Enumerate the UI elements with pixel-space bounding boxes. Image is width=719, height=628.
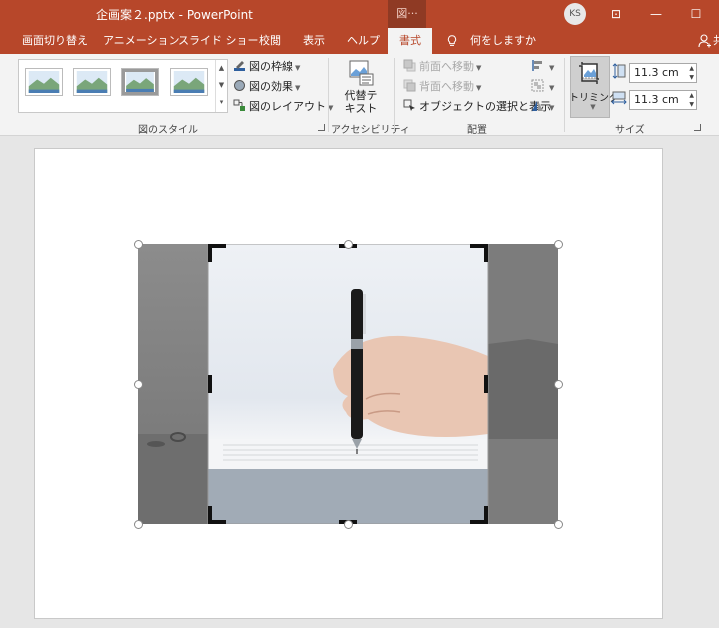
tab-view[interactable]: 表示 <box>303 28 325 54</box>
resize-handle-bottom[interactable] <box>344 520 353 529</box>
resize-handle-top-right[interactable] <box>554 240 563 249</box>
rotate-button[interactable]: ▼ <box>531 98 554 116</box>
resize-handle-left[interactable] <box>134 380 143 389</box>
crop-icon <box>579 62 599 84</box>
tab-slideshow[interactable]: スライド ショー <box>178 28 259 54</box>
title-bar: 企画案２.pptx - PowerPoint 図··· KS ⊡ — ☐ <box>0 0 719 28</box>
group-label-picture-styles: 図のスタイル <box>138 125 198 136</box>
picture-layout-button[interactable]: 図のレイアウト ▼ <box>233 98 333 116</box>
gallery-down-icon[interactable]: ▼ <box>216 77 227 94</box>
alt-text-button[interactable]: 代替テ キスト <box>338 60 384 115</box>
pencil-border-icon <box>234 61 245 71</box>
effects-icon <box>234 80 245 91</box>
picture-border-button[interactable]: 図の枠線 ▼ <box>233 58 300 76</box>
bring-forward-icon <box>403 59 416 72</box>
tab-format[interactable]: 書式 <box>388 28 432 54</box>
minimize-button[interactable]: — <box>646 4 666 24</box>
cropped-picture[interactable] <box>134 240 563 529</box>
picture-effects-button[interactable]: 図の効果 ▼ <box>233 78 300 96</box>
resize-handle-right[interactable] <box>554 380 563 389</box>
height-input[interactable]: 11.3 cm ▲ ▼ <box>629 63 697 83</box>
crop-dropdown-icon[interactable]: ▼ <box>573 103 613 111</box>
alt-text-icon <box>349 60 374 86</box>
alt-text-label-2: キスト <box>344 102 378 115</box>
slide-workspace <box>0 137 719 628</box>
align-icon <box>532 60 542 71</box>
align-button[interactable]: ▼ <box>531 58 554 76</box>
ribbon-separator <box>394 58 395 132</box>
bring-forward-button[interactable]: 前面へ移動 ▼ <box>403 58 481 76</box>
style-thumb-4[interactable] <box>171 69 207 95</box>
group-label-accessibility: アクセシビリティ <box>331 125 410 136</box>
style-thumb-1[interactable] <box>26 69 62 95</box>
height-spin-icon[interactable]: ▲ ▼ <box>689 64 694 82</box>
send-backward-button[interactable]: 背面へ移動 ▼ <box>403 78 481 96</box>
resize-handle-bottom-right[interactable] <box>554 520 563 529</box>
group-icon <box>531 79 544 92</box>
ribbon-tabs: 画面切り替え アニメーション スライド ショー 校閲 表示 ヘルプ 書式 何をし… <box>0 28 719 54</box>
maximize-button[interactable]: ☐ <box>686 4 706 24</box>
style-thumb-2[interactable] <box>74 69 110 95</box>
picture-tools-context-tab[interactable]: 図··· <box>388 0 426 28</box>
selection-pane-button[interactable]: オブジェクトの選択と表示 <box>403 98 551 116</box>
crop-label: トリミング <box>569 93 619 104</box>
group-label-size: サイズ <box>615 125 645 136</box>
width-icon <box>611 91 627 105</box>
picture-styles-gallery: ▲ ▼ ▾ <box>18 59 228 113</box>
width-input[interactable]: 11.3 cm ▲ ▼ <box>629 90 697 110</box>
user-avatar[interactable]: KS <box>564 3 586 25</box>
height-icon <box>612 63 626 79</box>
group-label-arrange: 配置 <box>467 125 487 136</box>
layout-icon <box>233 99 245 111</box>
gallery-up-icon[interactable]: ▲ <box>216 60 227 77</box>
resize-handle-top[interactable] <box>344 240 353 249</box>
styles-dialog-launcher-icon[interactable] <box>318 124 325 131</box>
send-backward-icon <box>403 79 416 92</box>
tab-animations[interactable]: アニメーション <box>103 28 180 54</box>
ribbon-display-options-icon[interactable]: ⊡ <box>606 4 626 24</box>
selection-pane-icon <box>403 99 415 111</box>
rotate-icon <box>532 101 543 111</box>
resize-handle-top-left[interactable] <box>134 240 143 249</box>
lightbulb-icon <box>447 35 457 46</box>
size-dialog-launcher-icon[interactable] <box>694 124 701 131</box>
picture-content[interactable] <box>138 244 558 524</box>
window-title: 企画案２.pptx - PowerPoint <box>96 8 253 22</box>
style-thumb-3[interactable] <box>122 69 158 95</box>
share-label[interactable]: 共 <box>713 28 719 54</box>
ribbon-separator <box>328 58 329 132</box>
gallery-scrollbar[interactable]: ▲ ▼ ▾ <box>215 60 227 112</box>
resize-handle-bottom-left[interactable] <box>134 520 143 529</box>
alt-text-label-1: 代替テ <box>344 89 378 102</box>
crop-button[interactable]: トリミング ▼ <box>569 56 619 118</box>
ribbon-separator <box>564 58 565 132</box>
tell-me-search[interactable]: 何をしますか <box>470 28 536 54</box>
share-person-icon[interactable] <box>698 34 712 48</box>
tab-review[interactable]: 校閲 <box>259 28 281 54</box>
tab-transitions[interactable]: 画面切り替え <box>22 28 88 54</box>
group-objects-button[interactable]: ▼ <box>531 78 554 96</box>
ribbon: ▲ ▼ ▾ 図の枠線 ▼ 図の効果 ▼ 図のレイアウト ▼ 図のスタイル 代替テ キス… <box>0 54 719 136</box>
width-spin-icon[interactable]: ▲ ▼ <box>689 91 694 109</box>
gallery-more-icon[interactable]: ▾ <box>216 94 227 111</box>
slide-canvas[interactable] <box>34 148 663 619</box>
tab-help[interactable]: ヘルプ <box>347 28 380 54</box>
